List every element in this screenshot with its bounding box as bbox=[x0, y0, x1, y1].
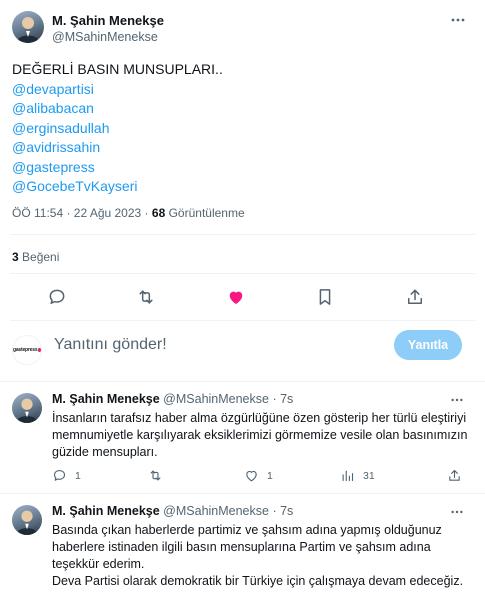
reply-retweet-button[interactable] bbox=[148, 468, 171, 483]
tweet-meta: ÖÖ 11:54 · 22 Ağu 2023 · 68 Görüntülenme bbox=[12, 206, 245, 220]
reply-avatar-photo bbox=[15, 510, 39, 535]
reply-reply-button[interactable]: 1 bbox=[52, 468, 81, 483]
divider bbox=[10, 273, 475, 274]
mention-link[interactable]: @avidrissahin bbox=[12, 138, 223, 158]
reply-composer: gastepress Yanıtını gönder! Yanıtla bbox=[0, 322, 485, 372]
share-icon bbox=[449, 469, 460, 481]
reply-input[interactable]: Yanıtını gönder! bbox=[54, 336, 167, 354]
reply-text-line: İnsanların tarafsız haber alma özgürlüğü… bbox=[52, 411, 467, 425]
reply-avatar[interactable] bbox=[12, 505, 42, 535]
views-count: 68 bbox=[151, 206, 166, 220]
like-icon[interactable] bbox=[226, 287, 246, 307]
likes-label: Beğeni bbox=[22, 250, 60, 264]
reply-avatar[interactable] bbox=[12, 393, 42, 423]
reply-more-options-icon[interactable] bbox=[450, 393, 464, 407]
share-icon[interactable] bbox=[405, 287, 425, 307]
reply-author-handle[interactable]: @MSahinMenekse bbox=[163, 504, 269, 518]
reply-icon[interactable] bbox=[47, 287, 67, 307]
author-avatar-photo bbox=[16, 17, 40, 43]
reply-tweet[interactable]: M. Şahin Menekşe @MSahinMenekse · 7s İns… bbox=[0, 381, 485, 493]
reply-author-name[interactable]: M. Şahin Menekşe bbox=[52, 504, 160, 518]
likes-count: 3 bbox=[12, 250, 19, 264]
more-options-icon[interactable] bbox=[450, 12, 466, 28]
reply-text-line: güzide mensupları. bbox=[52, 445, 158, 459]
reply-text-line: Deva Partisi olarak demokratik bir Türki… bbox=[52, 574, 464, 588]
composer-avatar-logo: gastepress bbox=[13, 347, 38, 353]
reply-more-options-icon[interactable] bbox=[450, 505, 464, 519]
reply-text-line: Basında çıkan haberlerde partimiz ve şah… bbox=[52, 523, 442, 537]
like-icon bbox=[246, 470, 257, 482]
likes-summary[interactable]: 3 Beğeni bbox=[12, 250, 59, 264]
mention-link[interactable]: @GocebeTvKayseri bbox=[12, 177, 223, 197]
reply-text-line: memnumiyetle karşılıyarak eksiklerimizi … bbox=[52, 428, 468, 442]
reply-header: M. Şahin Menekşe @MSahinMenekse · 7s bbox=[52, 504, 293, 518]
reply-tweet[interactable]: M. Şahin Menekşe @MSahinMenekse · 7s Bas… bbox=[0, 493, 485, 595]
views-icon bbox=[342, 470, 354, 482]
reply-submit-button[interactable]: Yanıtla bbox=[394, 330, 462, 360]
reply-author-name[interactable]: M. Şahin Menekşe bbox=[52, 392, 160, 406]
author-name[interactable]: M. Şahin Menekşe bbox=[52, 13, 164, 28]
divider bbox=[10, 234, 475, 235]
logo-dot-icon bbox=[38, 348, 41, 352]
retweet-icon[interactable] bbox=[136, 287, 156, 307]
tweet-text-line: DEĞERLİ BASIN MUNSUPLARI.. bbox=[12, 61, 223, 77]
reply-avatar-photo bbox=[15, 398, 39, 423]
view-count: 31 bbox=[363, 469, 375, 482]
reply-text-line: teşekkür ederim. bbox=[52, 557, 145, 571]
mention-link[interactable]: @alibabacan bbox=[12, 99, 223, 119]
author-handle[interactable]: @MSahinMenekse bbox=[52, 30, 158, 44]
reply-header: M. Şahin Menekşe @MSahinMenekse · 7s bbox=[52, 392, 293, 406]
author-avatar[interactable] bbox=[12, 11, 44, 43]
retweet-icon bbox=[150, 470, 161, 481]
bookmark-icon[interactable] bbox=[315, 287, 335, 307]
tweet-timestamp[interactable]: ÖÖ 11:54 · 22 Ağu 2023 · bbox=[12, 206, 149, 220]
reply-views-button[interactable]: 31 bbox=[340, 468, 375, 483]
reply-text: Basında çıkan haberlerde partimiz ve şah… bbox=[52, 522, 472, 590]
like-count: 1 bbox=[267, 469, 273, 482]
composer-avatar: gastepress bbox=[12, 335, 42, 365]
views-label: Görüntülenme bbox=[168, 206, 245, 220]
mention-link[interactable]: @erginsadullah bbox=[12, 119, 223, 139]
reply-share-button[interactable] bbox=[447, 468, 462, 483]
reply-action-bar: 1 1 31 bbox=[52, 468, 472, 486]
reply-author-handle[interactable]: @MSahinMenekse bbox=[163, 392, 269, 406]
mention-link[interactable]: @gastepress bbox=[12, 158, 223, 178]
reply-count: 1 bbox=[75, 469, 81, 482]
reply-time[interactable]: · 7s bbox=[272, 392, 293, 406]
reply-icon bbox=[53, 469, 66, 481]
reply-like-button[interactable]: 1 bbox=[244, 468, 273, 483]
reply-time[interactable]: · 7s bbox=[272, 504, 293, 518]
tweet-text: DEĞERLİ BASIN MUNSUPLARI.. @devapartisi … bbox=[12, 60, 223, 197]
reply-text-line: haberlere istinaden ilgili basın mensupl… bbox=[52, 540, 431, 554]
reply-text: İnsanların tarafsız haber alma özgürlüğü… bbox=[52, 410, 472, 461]
tweet-action-bar bbox=[0, 287, 485, 307]
mention-link[interactable]: @devapartisi bbox=[12, 80, 223, 100]
divider bbox=[10, 320, 475, 321]
